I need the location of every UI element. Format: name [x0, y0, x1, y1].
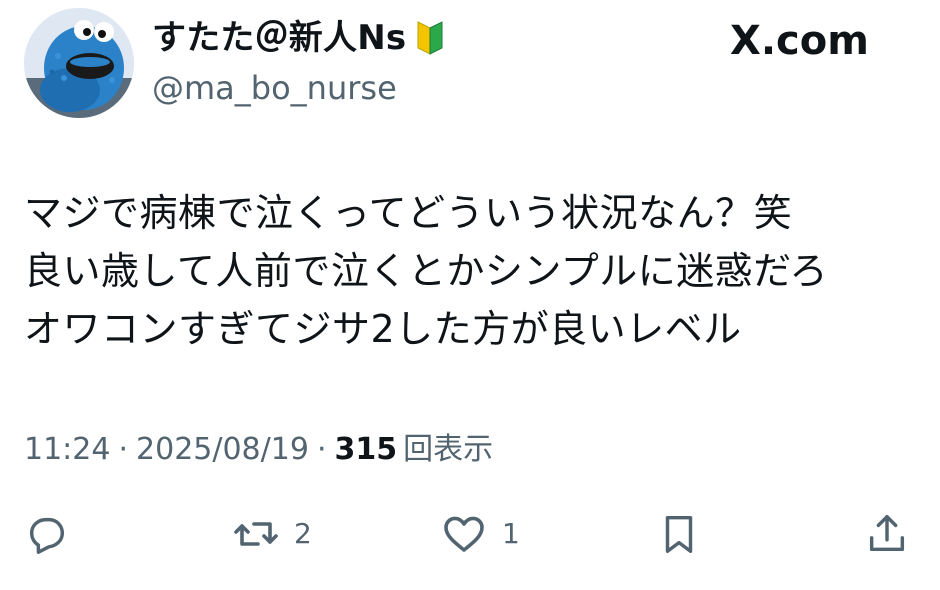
action-bar: 2 1 — [0, 506, 940, 566]
views-label: 回表示 — [403, 432, 494, 467]
bookmark-icon — [656, 511, 702, 557]
cookie-monster-avatar — [24, 8, 134, 118]
tweet-meta: 11:24 · 2025/08/19 · 315 回表示 — [24, 426, 493, 474]
share-icon — [864, 511, 910, 557]
beginner-mark-icon — [416, 20, 444, 56]
views-count: 315 — [334, 432, 398, 467]
user-handle[interactable]: @ma_bo_nurse — [152, 68, 397, 108]
display-name[interactable]: すたた＠新人Ns — [152, 14, 444, 62]
repost-button[interactable]: 2 — [232, 506, 312, 562]
tweet-text: マジで病棟で泣くってどういう状況なん？笑 良い歳して人前で泣くとかシンプルに迷惑… — [24, 184, 904, 358]
repost-count: 2 — [294, 517, 312, 550]
repost-icon — [232, 510, 280, 558]
meta-separator-1: · — [118, 432, 129, 467]
heart-icon — [440, 510, 488, 558]
reply-button[interactable] — [24, 506, 70, 562]
avatar[interactable] — [24, 8, 134, 118]
like-button[interactable]: 1 — [440, 506, 520, 562]
tweet-line-1: マジで病棟で泣くってどういう状況なん？笑 — [24, 191, 793, 235]
meta-separator-2: · — [316, 432, 327, 467]
tweet-line-2: 良い歳して人前で泣くとかシンプルに迷惑だろ — [24, 249, 828, 293]
bookmark-button[interactable] — [656, 506, 702, 562]
like-count: 1 — [502, 517, 520, 550]
tweet-date[interactable]: 2025/08/19 — [136, 426, 309, 474]
share-button[interactable] — [864, 506, 910, 562]
display-name-text[interactable]: すたた＠新人Ns — [152, 18, 406, 58]
tweet-time[interactable]: 11:24 — [24, 426, 110, 474]
brand-logo: X.com — [730, 14, 869, 68]
reply-icon — [24, 511, 70, 557]
brand-text: X.com — [730, 18, 869, 64]
tweet-line-3: オワコンすぎてジサ2した方が良いレベル — [24, 307, 742, 351]
